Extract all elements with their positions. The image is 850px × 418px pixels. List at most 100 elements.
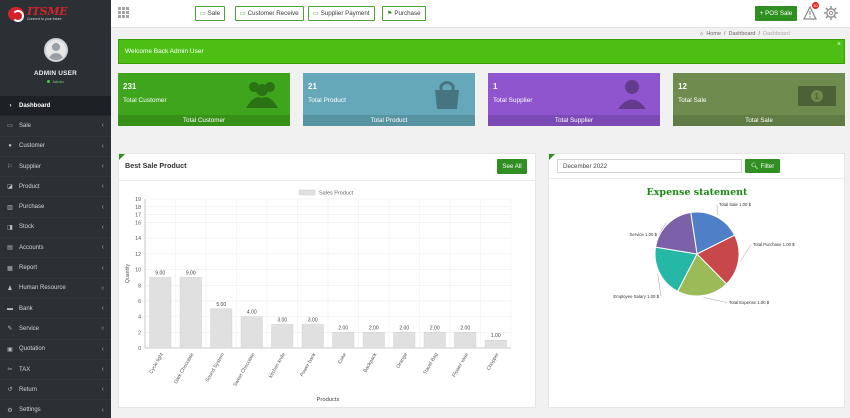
pos-sale-button[interactable]: + POS Sale: [755, 6, 797, 21]
sidebar-item-bank[interactable]: ▬ Bank ‹: [0, 299, 111, 319]
breadcrumb-home[interactable]: Home: [706, 31, 721, 37]
user-profile: ADMIN USER Admin: [0, 28, 111, 96]
purchase-button[interactable]: ⚑ Purchase: [382, 6, 426, 21]
sidebar-item-return[interactable]: ↺ Return ‹: [0, 380, 111, 400]
card-number: 21: [308, 82, 317, 91]
sidebar-item-label: Service: [19, 325, 40, 332]
pie-label: Employee Salary 1.00 $: [613, 294, 659, 299]
sidebar-item-settings[interactable]: ⚙ Settings ‹: [0, 400, 111, 418]
settings-gear-icon[interactable]: [823, 5, 839, 21]
summary-card-total-customer[interactable]: 231 Total Customer Total Customer: [118, 73, 290, 126]
sidebar-item-stock[interactable]: ◨ Stock ‹: [0, 218, 111, 238]
apps-grid-icon[interactable]: [118, 7, 129, 18]
sidebar-item-quotation[interactable]: ▣ Quotation ‹: [0, 340, 111, 360]
card-number: 12: [678, 82, 687, 91]
sidebar-item-sale[interactable]: ▭ Sale ‹: [0, 116, 111, 136]
best-sale-panel: Best Sale Product See All Sales Product 0…: [118, 153, 536, 408]
supplier-icon: ⚐: [7, 164, 13, 171]
sidebar: ITSME Connect to your future ADMIN USER …: [0, 0, 111, 418]
card-footer[interactable]: Total Sale: [673, 115, 845, 126]
summary-card-total-product[interactable]: 21 Total Product Total Product: [303, 73, 475, 126]
sidebar-item-supplier[interactable]: ⚐ Supplier ‹: [0, 157, 111, 177]
close-icon[interactable]: ×: [837, 41, 841, 48]
card-footer[interactable]: Total Customer: [118, 115, 290, 126]
bar: [240, 316, 263, 349]
sidebar-menu: ◑ Dashboard ▭ Sale ‹ ● Customer ‹ ⚐ Supplier ‹ ◪ Pro…: [0, 96, 111, 418]
quotation-icon: ▣: [7, 346, 13, 353]
data-label: 2.00: [338, 325, 348, 331]
chevron-left-icon: ‹: [101, 122, 104, 130]
sidebar-item-dashboard[interactable]: ◑ Dashboard: [0, 96, 111, 117]
top-header: ▭ Sale ▭ Customer Receive ▭ Supplier Payment ⚑…: [111, 0, 850, 28]
customer-icon: ●: [8, 143, 12, 150]
card-footer[interactable]: Total Supplier: [488, 115, 660, 126]
corner-marker: [549, 154, 555, 160]
sidebar-item-label: Purchase: [19, 204, 45, 211]
brand-logo[interactable]: ITSME Connect to your future: [0, 0, 111, 28]
pie-slice: [654, 211, 698, 255]
avatar[interactable]: [43, 38, 68, 62]
data-label: 3.00: [277, 317, 287, 323]
sale-button[interactable]: ▭ Sale: [195, 6, 226, 21]
sidebar-item-purchase[interactable]: ▥ Purchase ‹: [0, 197, 111, 217]
summary-card-total-sale[interactable]: 12 Total Sale 1 Total Sale: [673, 73, 845, 126]
data-label: 1.00: [491, 333, 501, 339]
chevron-left-icon: ‹: [101, 305, 104, 313]
x-tick-label: Sweet Chocolate: [232, 352, 256, 388]
legend-label: Sales Product: [319, 191, 354, 197]
x-tick-label: kitchen knife: [268, 352, 287, 379]
card-title: Total Sale: [678, 97, 707, 104]
card-title: Total Customer: [123, 97, 167, 104]
settings-icon: ⚙: [7, 407, 13, 414]
card-footer[interactable]: Total Product: [303, 115, 475, 126]
sidebar-item-human-resource[interactable]: ♟ Human Resource ‹: [0, 279, 111, 299]
report-icon: ▦: [7, 265, 13, 272]
month-input[interactable]: December 2022: [557, 159, 742, 173]
sidebar-item-product[interactable]: ◪ Product ‹: [0, 177, 111, 197]
welcome-alert: Welcome Back Admin User ×: [118, 39, 845, 64]
sidebar-item-service[interactable]: ✎ Service ‹: [0, 319, 111, 339]
home-icon: ⌂: [700, 31, 704, 37]
sidebar-item-accounts[interactable]: ▤ Accounts ‹: [0, 238, 111, 258]
data-label: 2.00: [460, 325, 470, 331]
bar: [423, 332, 446, 349]
y-tick-label: 12: [135, 252, 141, 258]
data-label: 5.00: [216, 302, 226, 308]
summary-card-total-supplier[interactable]: 1 Total Supplier Total Supplier: [488, 73, 660, 126]
button-label: Sale: [207, 10, 221, 17]
sale-icon: ▭: [200, 11, 206, 17]
sidebar-item-label: Product: [19, 183, 40, 190]
pie-label: Total Purchase 1.00 $: [753, 242, 795, 247]
return-icon: ↺: [7, 387, 13, 394]
online-dot-icon: [47, 80, 51, 83]
sidebar-item-label: Return: [19, 386, 38, 393]
filter-button[interactable]: 🔍︎ Filter: [745, 159, 780, 173]
chevron-left-icon: ‹: [101, 163, 104, 171]
x-tick-label: Backpack: [362, 352, 378, 374]
data-label: 2.00: [399, 325, 409, 331]
users-icon: [246, 82, 278, 108]
x-tick-label: Coke: [337, 352, 348, 365]
chevron-left-icon: ‹: [101, 203, 104, 211]
y-tick-label: 19: [135, 197, 141, 203]
money-icon: ▭: [313, 11, 319, 17]
data-label: 4.00: [247, 310, 257, 316]
y-tick-label: 2: [138, 330, 141, 336]
purchase-icon: ⚑: [387, 11, 393, 17]
bar: [301, 324, 324, 349]
x-tick-label: Travel Bag: [422, 352, 439, 376]
data-label: 9.00: [186, 270, 196, 276]
sidebar-item-customer[interactable]: ● Customer ‹: [0, 137, 111, 157]
sidebar-item-report[interactable]: ▦ Report ‹: [0, 258, 111, 278]
breadcrumb-dashboard[interactable]: Dashboard: [729, 31, 756, 37]
supplier-payment-button[interactable]: ▭ Supplier Payment: [308, 6, 375, 21]
x-tick-label: Power bank: [299, 352, 318, 378]
human-resource-icon: ♟: [7, 285, 13, 292]
see-all-button[interactable]: See All: [497, 159, 527, 174]
card-number: 231: [123, 82, 137, 91]
logo-text: ITSME Connect to your future: [27, 6, 68, 22]
legend-swatch: [298, 189, 316, 196]
sidebar-item-tax[interactable]: ✂ TAX ‹: [0, 360, 111, 380]
customer-receive-button[interactable]: ▭ Customer Receive: [235, 6, 304, 21]
chevron-left-icon: ‹: [101, 183, 104, 191]
